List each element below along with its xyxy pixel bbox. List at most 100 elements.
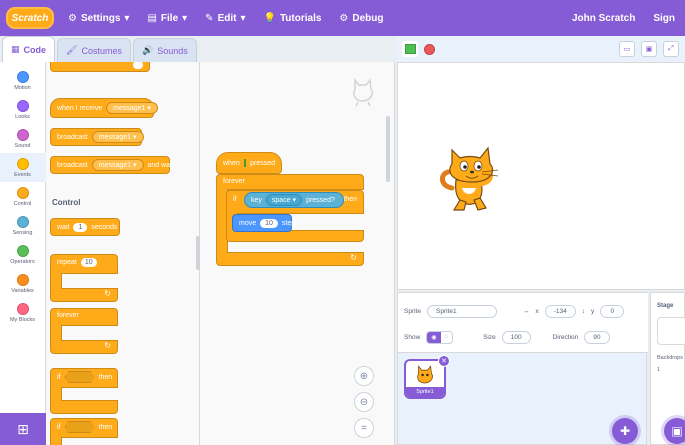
username[interactable]: John Scratch bbox=[568, 9, 639, 28]
zoom-out-button[interactable]: ⊖ bbox=[354, 392, 374, 412]
block-if-then-else[interactable]: if then bbox=[50, 418, 118, 445]
brush-icon: 🖌 bbox=[66, 45, 78, 55]
category-control[interactable]: Control bbox=[0, 182, 46, 211]
debug-button[interactable]: ⚙ Debug bbox=[335, 9, 387, 28]
block-wait[interactable]: wait 1 seconds bbox=[50, 218, 120, 236]
category-dot-icon bbox=[16, 186, 29, 199]
zoom-in-icon: ⊕ bbox=[359, 370, 369, 382]
pencil-icon: ✎ bbox=[205, 12, 214, 24]
cat-thumbnail-icon bbox=[417, 365, 433, 384]
category-sound[interactable]: Sound bbox=[0, 124, 46, 153]
x-arrows-icon: ↔ bbox=[522, 308, 530, 315]
chevron-down-icon: ▾ bbox=[240, 12, 246, 24]
block-repeat[interactable]: repeat 10 ↻ bbox=[50, 254, 118, 302]
show-hidden-icon[interactable]: ◌ bbox=[441, 332, 453, 343]
globe-icon: ⚙ bbox=[68, 12, 77, 24]
stage-thumbnail bbox=[657, 317, 685, 345]
category-operators[interactable]: Operators bbox=[0, 240, 46, 269]
sign-button[interactable]: Sign bbox=[649, 9, 679, 28]
category-my-blocks[interactable]: My Blocks bbox=[0, 298, 46, 327]
green-flag-icon bbox=[243, 159, 247, 167]
block-forever[interactable]: forever ↻ bbox=[50, 308, 118, 354]
large-stage-icon: ▣ bbox=[645, 46, 653, 53]
category-dot-icon bbox=[16, 70, 29, 83]
backdrop-add-icon: ▣ bbox=[671, 424, 683, 438]
block-broadcast-partial[interactable] bbox=[50, 62, 150, 72]
loop-arrow-icon: ↻ bbox=[350, 253, 357, 262]
loop-arrow-icon: ↻ bbox=[104, 341, 111, 350]
small-stage-button[interactable]: ▭ bbox=[619, 41, 635, 57]
fullscreen-icon: ⤢ bbox=[668, 45, 674, 52]
code-icon: ▦ bbox=[11, 44, 20, 54]
category-sensing[interactable]: Sensing bbox=[0, 211, 46, 240]
y-input[interactable]: 0 bbox=[600, 305, 625, 318]
fullscreen-button[interactable]: ⤢ bbox=[663, 41, 679, 57]
menu-bar: Scratch ⚙ Settings ▾ ▤ File ▾ ✎ Edit ▾ 💡 Tutori… bbox=[0, 0, 685, 36]
show-toggle: ◉ ◌ bbox=[426, 331, 454, 344]
code-area[interactable]: when pressed forever ↻ if then key space… bbox=[200, 62, 395, 445]
add-extension-button[interactable]: ⊞ bbox=[0, 413, 46, 445]
code-scrollbar[interactable] bbox=[386, 116, 390, 182]
equals-icon: = bbox=[361, 422, 367, 434]
condition-slot[interactable] bbox=[64, 371, 95, 383]
trash-icon: ✕ bbox=[441, 358, 447, 365]
large-stage-button[interactable]: ▣ bbox=[641, 41, 657, 57]
editor-tabs: ▦ Code 🖌 Costumes 🔊 Sounds bbox=[0, 36, 210, 62]
message-dropdown[interactable]: message1 ▾ bbox=[106, 102, 158, 114]
tab-costumes[interactable]: 🖌 Costumes bbox=[57, 38, 131, 62]
category-dot-icon bbox=[16, 244, 29, 257]
green-flag-button[interactable] bbox=[402, 41, 418, 57]
bug-icon: ⚙ bbox=[339, 12, 349, 24]
edit-menu[interactable]: ✎ Edit ▾ bbox=[201, 9, 249, 28]
block-if-then[interactable]: if then bbox=[50, 368, 118, 414]
script-move-steps[interactable]: move 10 steps bbox=[232, 214, 299, 232]
zoom-reset-button[interactable]: = bbox=[354, 418, 374, 438]
loop-arrow-icon: ↻ bbox=[104, 289, 111, 298]
category-events[interactable]: Events bbox=[0, 153, 46, 182]
category-dot-icon bbox=[16, 302, 29, 315]
sprite-pane: Sprite Sprite1 ↔ x -134 ↕ y 0 Show ◉ ◌ S… bbox=[397, 292, 648, 445]
tutorials-button[interactable]: 💡 Tutorials bbox=[259, 9, 325, 28]
category-dot-icon bbox=[16, 215, 29, 228]
message-dropdown[interactable]: message1 ▾ bbox=[91, 131, 144, 143]
show-visible-icon[interactable]: ◉ bbox=[427, 332, 441, 343]
y-arrows-icon: ↕ bbox=[581, 308, 585, 315]
category-variables[interactable]: Variables bbox=[0, 269, 46, 298]
scratch-logo[interactable]: Scratch bbox=[6, 7, 54, 29]
key-dropdown[interactable]: space ▾ bbox=[265, 194, 303, 206]
category-menu: Motion Looks Sound Events Control Sensing Oper… bbox=[0, 62, 46, 445]
palette-heading-control: Control bbox=[52, 198, 81, 207]
direction-input[interactable]: 90 bbox=[584, 331, 610, 344]
chevron-down-icon: ▾ bbox=[124, 12, 130, 24]
size-input[interactable]: 100 bbox=[501, 331, 531, 344]
sprite-name-input[interactable]: Sprite1 bbox=[426, 305, 497, 318]
choose-backdrop-button[interactable]: ▣ bbox=[664, 418, 685, 444]
sprite-watermark-icon bbox=[353, 78, 373, 106]
script-hat-when-key-pressed[interactable]: when pressed bbox=[216, 152, 282, 174]
file-menu[interactable]: ▤ File ▾ bbox=[143, 9, 191, 28]
block-broadcast-and-wait[interactable]: broadcast message1 ▾ and wait bbox=[50, 156, 174, 174]
stage-header: ▭ ▣ ⤢ bbox=[396, 36, 685, 62]
tab-sounds[interactable]: 🔊 Sounds bbox=[132, 38, 197, 62]
category-looks[interactable]: Looks bbox=[0, 95, 46, 124]
cat-add-icon: ✚ bbox=[619, 424, 631, 438]
category-dot-icon bbox=[16, 157, 29, 170]
delete-sprite-button[interactable]: ✕ bbox=[438, 355, 450, 367]
choose-sprite-button[interactable]: ✚ bbox=[612, 418, 638, 444]
lightbulb-icon: 💡 bbox=[263, 12, 276, 24]
x-input[interactable]: -134 bbox=[544, 305, 576, 318]
category-motion[interactable]: Motion bbox=[0, 66, 46, 95]
category-dot-icon bbox=[16, 273, 29, 286]
message-dropdown[interactable]: message1 ▾ bbox=[91, 159, 144, 171]
zoom-in-button[interactable]: ⊕ bbox=[354, 366, 374, 386]
category-dot-icon bbox=[16, 128, 29, 141]
sprite-info: Sprite Sprite1 ↔ x -134 ↕ y 0 Show ◉ ◌ S… bbox=[398, 293, 648, 353]
tab-code[interactable]: ▦ Code bbox=[2, 36, 56, 62]
condition-slot[interactable] bbox=[64, 421, 95, 433]
settings-menu[interactable]: ⚙ Settings ▾ bbox=[64, 9, 133, 28]
block-broadcast[interactable]: broadcast message1 ▾ bbox=[50, 128, 144, 146]
block-when-i-receive[interactable]: when I receive message1 ▾ bbox=[50, 98, 158, 118]
stop-button[interactable] bbox=[424, 43, 435, 55]
cat-sprite[interactable] bbox=[438, 140, 504, 212]
script-key-pressed-sensor[interactable]: key space ▾ pressed? bbox=[244, 192, 344, 208]
